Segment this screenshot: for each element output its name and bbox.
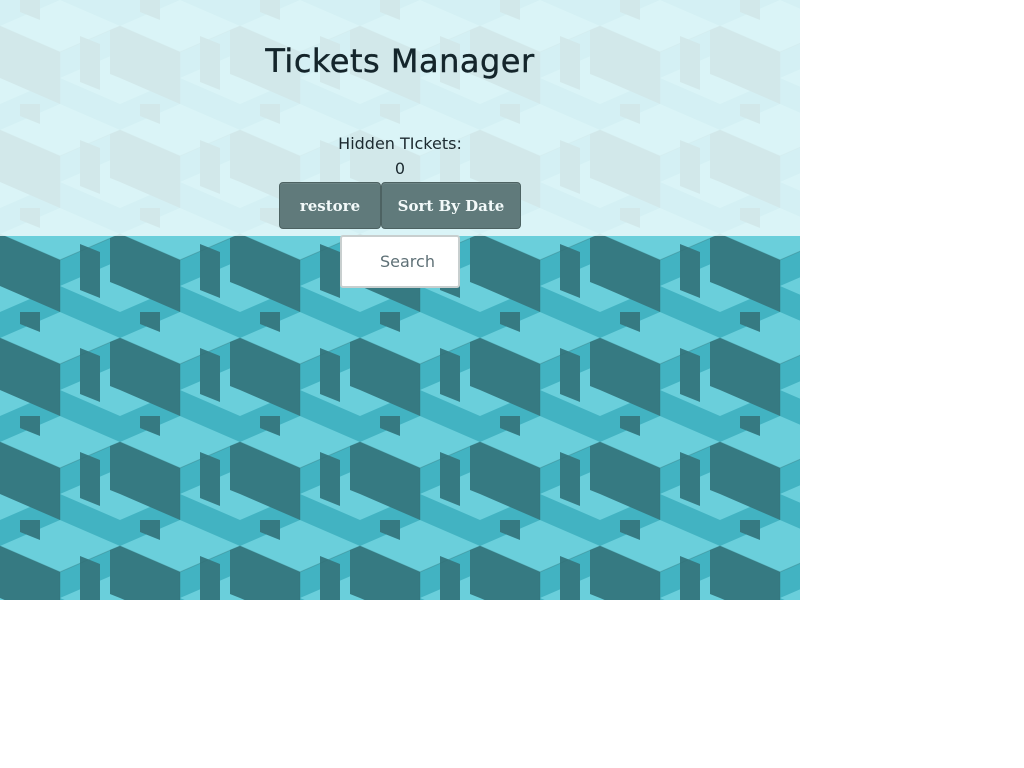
restore-button[interactable]: restore: [279, 182, 381, 229]
hidden-tickets-label: Hidden TIckets:: [338, 134, 462, 153]
sort-by-date-button[interactable]: Sort By Date: [381, 182, 521, 229]
page-title: Tickets Manager: [265, 42, 535, 80]
search-input[interactable]: [340, 235, 460, 288]
app-viewport: Tickets Manager Hidden TIckets: 0 restor…: [0, 0, 800, 600]
hidden-tickets-count: 0: [394, 159, 406, 178]
